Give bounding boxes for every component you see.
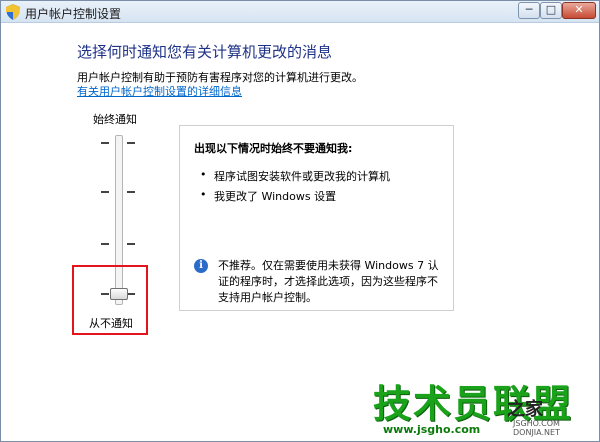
bullet-icon: •	[200, 188, 207, 201]
recommendation-note: 不推荐。仅在需要使用未获得 Windows 7 认证的程序时，才选择此选项，因为…	[218, 259, 439, 304]
uac-settings-window: 用户帐户控制设置 ─ □ ✕ 选择何时通知您有关计算机更改的消息 用户帐户控制有…	[0, 0, 600, 442]
red-highlight-box	[72, 265, 148, 335]
slider-tick-left	[101, 142, 109, 144]
level-description-panel: 出现以下情况时始终不要通知我: • 程序试图安装软件或更改我的计算机 • 我更改…	[179, 125, 454, 311]
title-bar: 用户帐户控制设置 ─ □ ✕	[1, 1, 599, 23]
window-title: 用户帐户控制设置	[25, 7, 122, 21]
uac-shield-icon	[6, 4, 20, 20]
uac-details-link[interactable]: 有关用户帐户控制设置的详细信息	[77, 83, 242, 99]
bullet-icon: •	[200, 168, 207, 181]
panel-title: 出现以下情况时始终不要通知我:	[194, 142, 353, 155]
slider-tick-right	[127, 191, 135, 193]
slider-tick-left	[101, 243, 109, 245]
info-icon: i	[194, 259, 208, 273]
minimize-button[interactable]: ─	[518, 2, 540, 19]
page-heading: 选择何时通知您有关计算机更改的消息	[77, 43, 333, 61]
slider-top-label: 始终通知	[93, 113, 137, 126]
watermark-url: www.jsgho.com	[383, 423, 481, 436]
list-item: 我更改了 Windows 设置	[214, 190, 337, 203]
maximize-button[interactable]: □	[540, 2, 562, 19]
watermark-home-text: 之家	[507, 399, 543, 420]
slider-tick-left	[101, 191, 109, 193]
slider-tick-right	[127, 142, 135, 144]
slider-tick-right	[127, 243, 135, 245]
watermark-url-secondary: JSGHO.COM DONJIA.NET	[513, 419, 560, 437]
list-item: 程序试图安装软件或更改我的计算机	[214, 170, 390, 183]
site-watermark: 技术员联盟 之家 www.jsgho.com JSGHO.COM DONJIA.…	[373, 373, 597, 439]
close-button[interactable]: ✕	[562, 2, 596, 19]
